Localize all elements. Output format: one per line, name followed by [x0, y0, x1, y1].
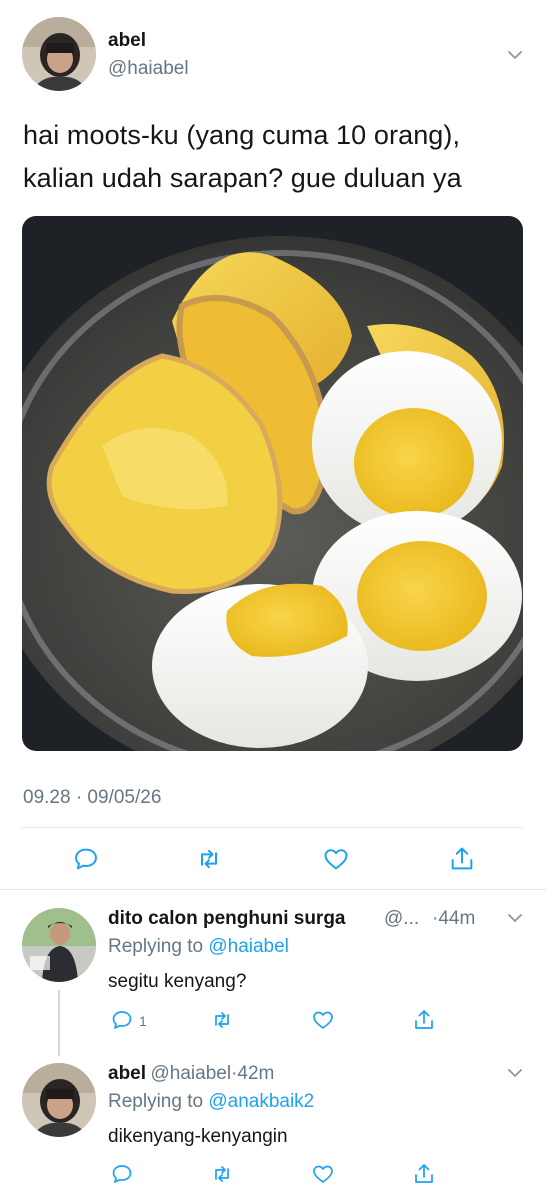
share-icon[interactable]	[446, 843, 478, 875]
tweet-timestamp[interactable]: 09.28 · 09/05/26	[23, 787, 161, 809]
chevron-down-icon[interactable]	[504, 907, 526, 929]
reply-icon[interactable]	[108, 1160, 136, 1188]
chevron-down-icon[interactable]	[504, 1062, 526, 1084]
tweet-photo[interactable]	[22, 216, 523, 751]
reply-author-handle[interactable]: @...	[384, 908, 419, 930]
replying-to-handle[interactable]: @anakbaik2	[208, 1091, 314, 1112]
tweet-text-line-2: kalian udah sarapan? gue duluan ya	[23, 163, 462, 193]
thread-line	[58, 990, 60, 1056]
reply-time[interactable]: ·42m	[231, 1063, 274, 1084]
main-author-handle[interactable]: @haiabel	[108, 58, 189, 80]
reply-text: segitu kenyang?	[108, 971, 247, 992]
retweet-icon[interactable]	[193, 843, 225, 875]
like-icon[interactable]	[309, 1006, 337, 1034]
replying-to-prefix: Replying to	[108, 1091, 204, 1112]
like-icon[interactable]	[309, 1160, 337, 1188]
replying-to-handle[interactable]: @haiabel	[208, 936, 289, 957]
reply-icon[interactable]	[108, 1006, 136, 1034]
retweet-icon[interactable]	[208, 1006, 236, 1034]
replying-to-label: Replying to @anakbaik2	[108, 1091, 314, 1113]
share-icon[interactable]	[410, 1006, 438, 1034]
divider	[22, 827, 523, 828]
reply-author-name[interactable]: dito calon penghuni surga	[108, 908, 346, 930]
reply-author-handle[interactable]: @haiabel	[150, 1063, 231, 1084]
tweet-text-line-1: hai moots-ku (yang cuma 10 orang),	[23, 120, 461, 150]
reply-author-avatar[interactable]	[22, 1063, 96, 1137]
reply-time[interactable]: ·44m	[432, 908, 475, 930]
share-icon[interactable]	[410, 1160, 438, 1188]
reply-author-avatar[interactable]	[22, 908, 96, 982]
replying-to-label: Replying to @haiabel	[108, 936, 289, 958]
main-author-name[interactable]: abel	[108, 30, 146, 52]
like-icon[interactable]	[320, 843, 352, 875]
reply-header: abel @haiabel·42m	[108, 1063, 274, 1085]
chevron-down-icon[interactable]	[504, 44, 526, 66]
reply-count: 1	[139, 1013, 147, 1029]
retweet-icon[interactable]	[208, 1160, 236, 1188]
reply-text: dikenyang-kenyangin	[108, 1126, 288, 1147]
divider	[0, 889, 546, 890]
replying-to-prefix: Replying to	[108, 936, 204, 957]
reply-icon[interactable]	[70, 843, 102, 875]
reply-author-name[interactable]: abel	[108, 1063, 146, 1084]
main-author-avatar[interactable]	[22, 17, 96, 91]
